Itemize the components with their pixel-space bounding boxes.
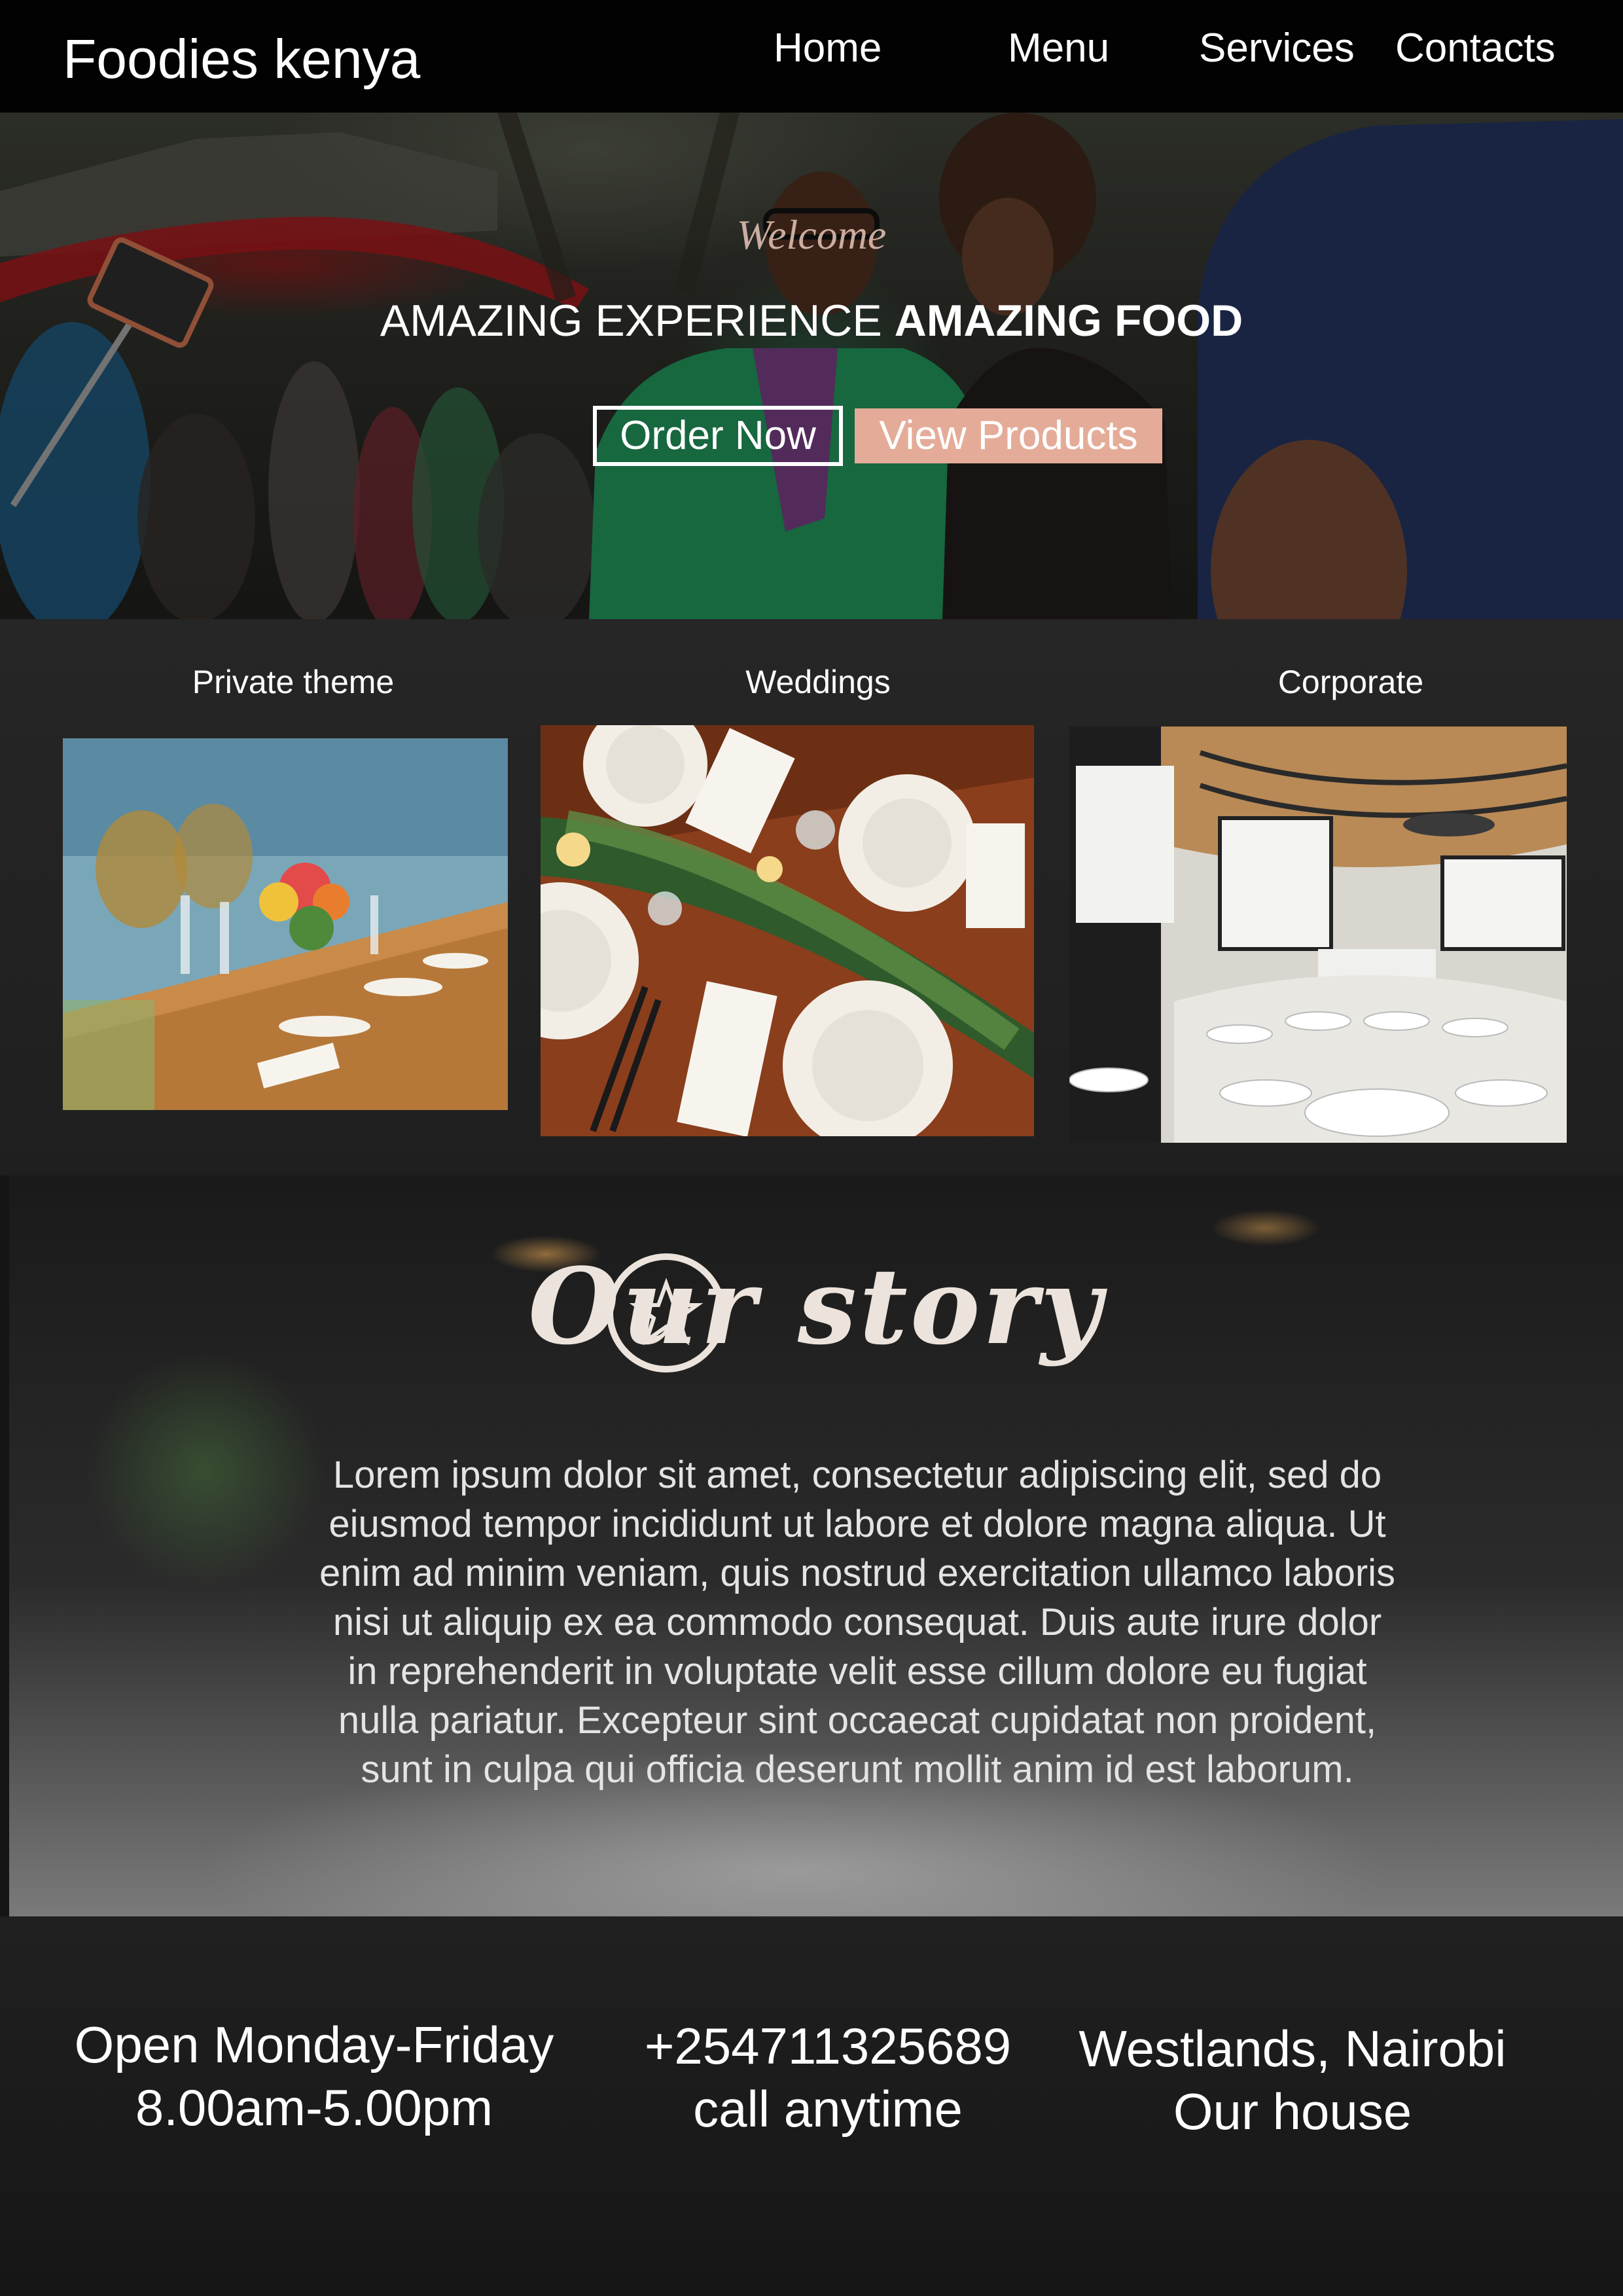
order-now-button[interactable]: Order Now [593, 406, 843, 466]
nav-link-home[interactable]: Home [774, 22, 882, 75]
private-theme-image[interactable] [63, 738, 508, 1110]
our-story-section: Our story Lorem ipsum dolor sit amet, co… [9, 1175, 1623, 1916]
hero-headline-regular: AMAZING EXPERIENCE [380, 296, 882, 346]
corporate-image[interactable] [1069, 726, 1567, 1143]
nav-link-contacts[interactable]: Contacts [1395, 22, 1556, 75]
phone-note: call anytime [693, 2080, 963, 2138]
hero-welcome-text: Welcome [736, 211, 887, 258]
location-info: Westlands, Nairobi Our house [1047, 2017, 1538, 2143]
nav-link-services[interactable]: Services [1199, 22, 1355, 75]
nav-link-menu[interactable]: Menu [1008, 22, 1109, 75]
top-nav: Foodies kenya Home Menu Services Contact… [0, 0, 1623, 113]
weddings-image[interactable] [541, 725, 1034, 1136]
services-section: Private theme Weddings Corporate [0, 619, 1623, 1175]
service-title-private-theme: Private theme [192, 664, 395, 700]
opening-days: Open Monday-Friday [74, 2016, 554, 2073]
brand-logo[interactable]: Foodies kenya [63, 26, 420, 92]
opening-times: 8.00am-5.00pm [135, 2079, 493, 2136]
view-products-button[interactable]: View Products [855, 408, 1162, 463]
hero-dark-overlay [0, 113, 1623, 619]
hero-headline-bold: AMAZING FOOD [894, 296, 1243, 346]
hero-section: Welcome AMAZING EXPERIENCE AMAZING FOOD … [0, 113, 1623, 619]
our-story-heading: Our story [528, 1245, 1104, 1368]
location-note: Our house [1173, 2083, 1412, 2140]
phone-contact: +254711325689 call anytime [609, 2015, 1047, 2140]
location-address: Westlands, Nairobi [1079, 2020, 1507, 2077]
service-title-corporate: Corporate [1277, 664, 1424, 700]
hero-headline: AMAZING EXPERIENCE AMAZING FOOD [0, 295, 1623, 347]
our-story-body: Lorem ipsum dolor sit amet, consectetur … [319, 1454, 1396, 1791]
contact-info-section: Open Monday-Friday 8.00am-5.00pm +254711… [0, 1916, 1623, 2296]
service-title-weddings: Weddings [745, 664, 891, 700]
phone-number[interactable]: +254711325689 [609, 2015, 1047, 2077]
opening-hours: Open Monday-Friday 8.00am-5.00pm [39, 2013, 589, 2139]
page: Foodies kenya Home Menu Services Contact… [0, 0, 1623, 2296]
